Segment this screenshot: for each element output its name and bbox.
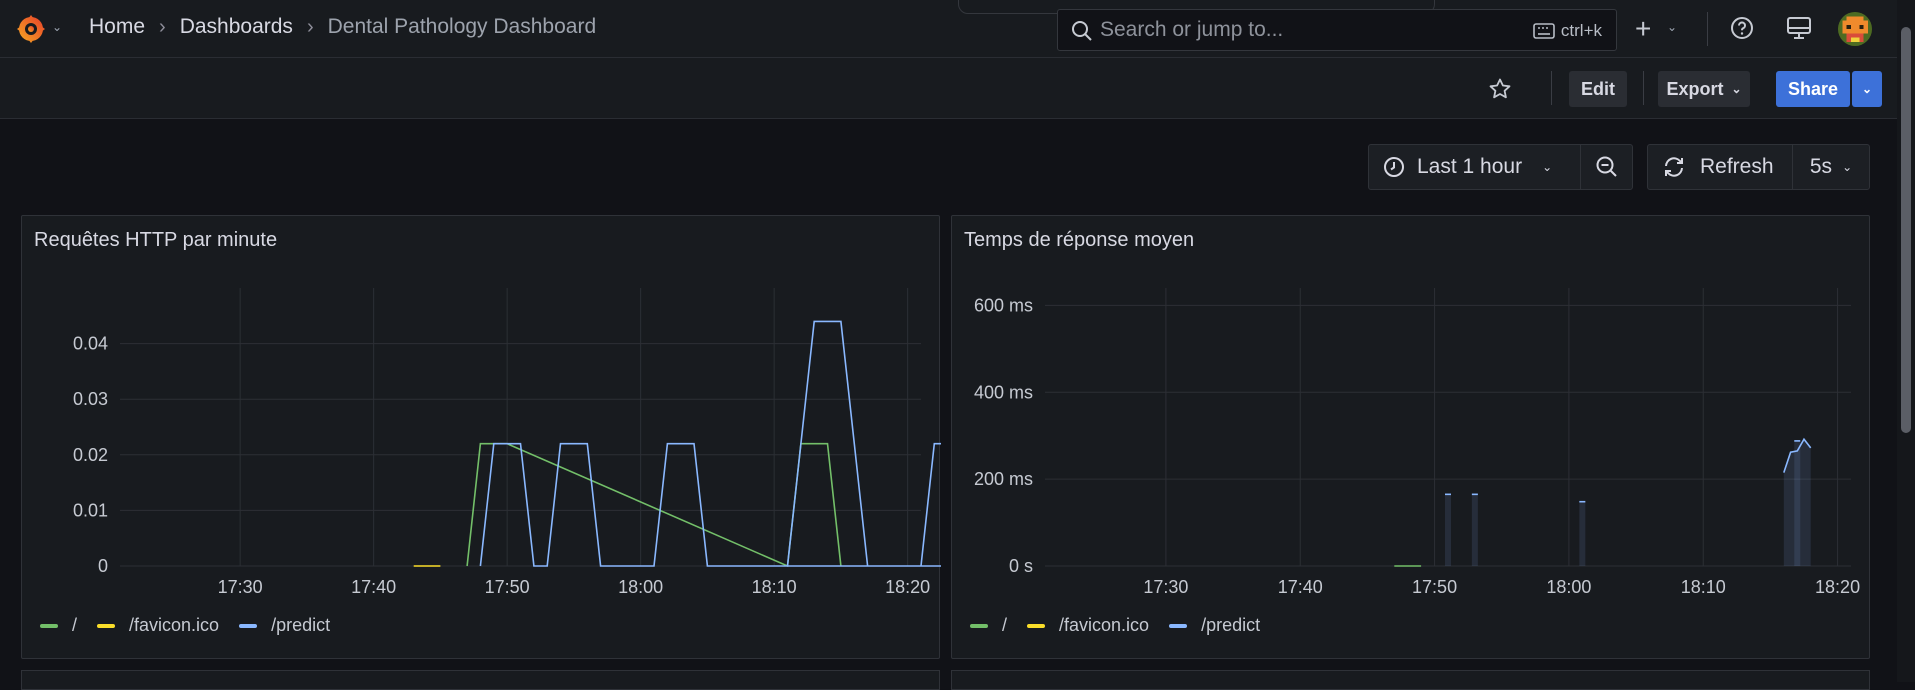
search-placeholder: Search or jump to... [1100,18,1284,41]
scrollbar-thumb[interactable] [1901,27,1911,433]
legend-swatch [1027,623,1046,628]
chevron-down-icon: ⌄ [1542,160,1553,174]
x-tick-label: 17:50 [1412,577,1457,597]
divider [1551,71,1552,105]
y-tick-label: 0 s [1009,556,1033,576]
legend-label: / [72,615,78,635]
legend-swatch [40,623,58,628]
series-spike-fill [1445,494,1451,566]
zoom-out-icon [1596,156,1617,177]
search-input[interactable]: Search or jump to... ctrl+k [1057,9,1617,51]
monitor-icon[interactable] [1786,16,1812,40]
chevron-down-icon: ⌄ [1842,160,1853,174]
share-label: Share [1787,78,1839,99]
star-icon[interactable] [1488,77,1512,101]
legend-swatch [97,623,116,628]
help-icon[interactable] [1729,15,1755,41]
x-tick-label: 18:20 [1815,577,1860,597]
refresh-interval-picker[interactable]: 5s ⌄ [1792,144,1870,190]
clock-icon [1384,157,1404,177]
legend-swatch [239,623,258,628]
export-button[interactable]: Export ⌄ [1658,71,1750,107]
dashboard-toolbar: Edit Export ⌄ Share ⌄ [0,58,1897,119]
chevron-down-icon[interactable]: ⌄ [52,20,62,34]
legend: / /favicon.ico/predict [970,615,1260,636]
add-icon[interactable]: + [1635,13,1651,45]
x-tick-label: 18:00 [618,577,663,597]
y-tick-label: 0.02 [73,445,108,465]
page-title: Dental Pathology Dashboard [327,15,597,38]
chart-response-time[interactable]: 17:30 17:40 17:50 18:00 18:10 18:20 0 s 200 ms 4… [952,216,1871,660]
search-shortcut: ctrl+k [1533,21,1602,41]
refresh-interval-label: 5s [1809,155,1833,178]
legend-item[interactable]: /predict [1169,615,1260,636]
chevron-down-icon[interactable]: ⌄ [1667,20,1677,34]
scrollbar[interactable] [1897,0,1915,682]
x-tick-label: 17:50 [485,577,530,597]
refresh-button[interactable]: Refresh [1647,144,1793,190]
x-tick-label: 18:00 [1546,577,1591,597]
chevron-right-icon: › [306,15,314,38]
chevron-right-icon: › [159,15,166,38]
x-tick-label: 18:10 [752,577,797,597]
time-range-label: Last 1 hour [1417,155,1523,178]
refresh-icon [1665,157,1683,177]
breadcrumb-dashboards[interactable]: Dashboards [180,15,293,39]
legend-item[interactable]: /predict [239,615,330,636]
panel-next [951,670,1870,690]
x-tick-label: 17:40 [351,577,396,597]
legend-swatch [1169,623,1188,628]
zoom-out-button[interactable] [1580,144,1633,190]
time-range-picker[interactable]: Last 1 hour ⌄ [1368,144,1581,190]
legend-swatch [970,623,988,628]
series-spike-fill [1471,494,1478,566]
chevron-down-icon: ⌄ [1861,82,1873,96]
y-tick-label: 400 ms [974,382,1033,402]
legend-label: /favicon.ico [1059,615,1150,635]
x-tick-label: 17:30 [218,577,263,597]
y-tick-label: 0 [98,556,108,576]
avatar[interactable] [1838,12,1872,46]
breadcrumb: Home › Dashboards › Dental Pathology Das… [89,15,596,39]
series-spike-fill [1579,501,1586,566]
legend-label: /favicon.ico [129,615,220,635]
breadcrumb-home[interactable]: Home [89,15,145,39]
y-tick-label: 0.01 [73,500,108,520]
panel-http-requests[interactable]: Requêtes HTTP par minute 17:30 17:40 17:50… [21,215,941,660]
divider [1707,12,1708,46]
y-tick-label: 0.03 [73,389,108,409]
legend-label: / [1002,615,1008,635]
series-line [479,320,941,567]
export-label: Export [1666,78,1724,99]
edit-label: Edit [1581,78,1615,99]
top-navbar: ⌄ Home › Dashboards › Dental Pathology D… [0,0,1897,58]
x-tick-label: 18:10 [1681,577,1726,597]
legend: / /favicon.ico/predict [40,615,330,636]
chevron-down-icon: ⌄ [1731,82,1742,96]
search-icon [1072,21,1092,41]
x-tick-label: 18:20 [885,577,930,597]
x-tick-label: 17:30 [1143,577,1188,597]
legend-label: /predict [1201,615,1261,635]
share-button[interactable]: Share [1776,71,1850,107]
edit-button[interactable]: Edit [1569,71,1627,107]
panel-next [21,670,940,690]
x-tick-label: 17:40 [1278,577,1323,597]
y-tick-label: 600 ms [974,295,1033,315]
keyboard-icon [1533,23,1555,39]
legend-label: /predict [271,615,331,635]
share-dropdown-button[interactable]: ⌄ [1852,71,1882,107]
chart-http-requests[interactable]: 17:30 17:40 17:50 18:00 18:10 18:20 0 0.01 0.02 0… [22,216,941,660]
divider [1643,71,1644,105]
legend-item[interactable]: /favicon.ico [1027,615,1149,636]
grafana-logo-icon[interactable] [14,12,48,46]
shortcut-label: ctrl+k [1560,21,1602,40]
panel-response-time[interactable]: Temps de réponse moyen 17:30 17:40 17:50 18… [951,215,1870,659]
y-tick-label: 200 ms [974,469,1033,489]
legend-item[interactable]: / [970,615,1007,636]
legend-item[interactable]: /favicon.ico [97,615,219,636]
refresh-label: Refresh [1700,155,1774,178]
legend-item[interactable]: / [40,615,77,636]
y-tick-label: 0.04 [73,334,108,354]
